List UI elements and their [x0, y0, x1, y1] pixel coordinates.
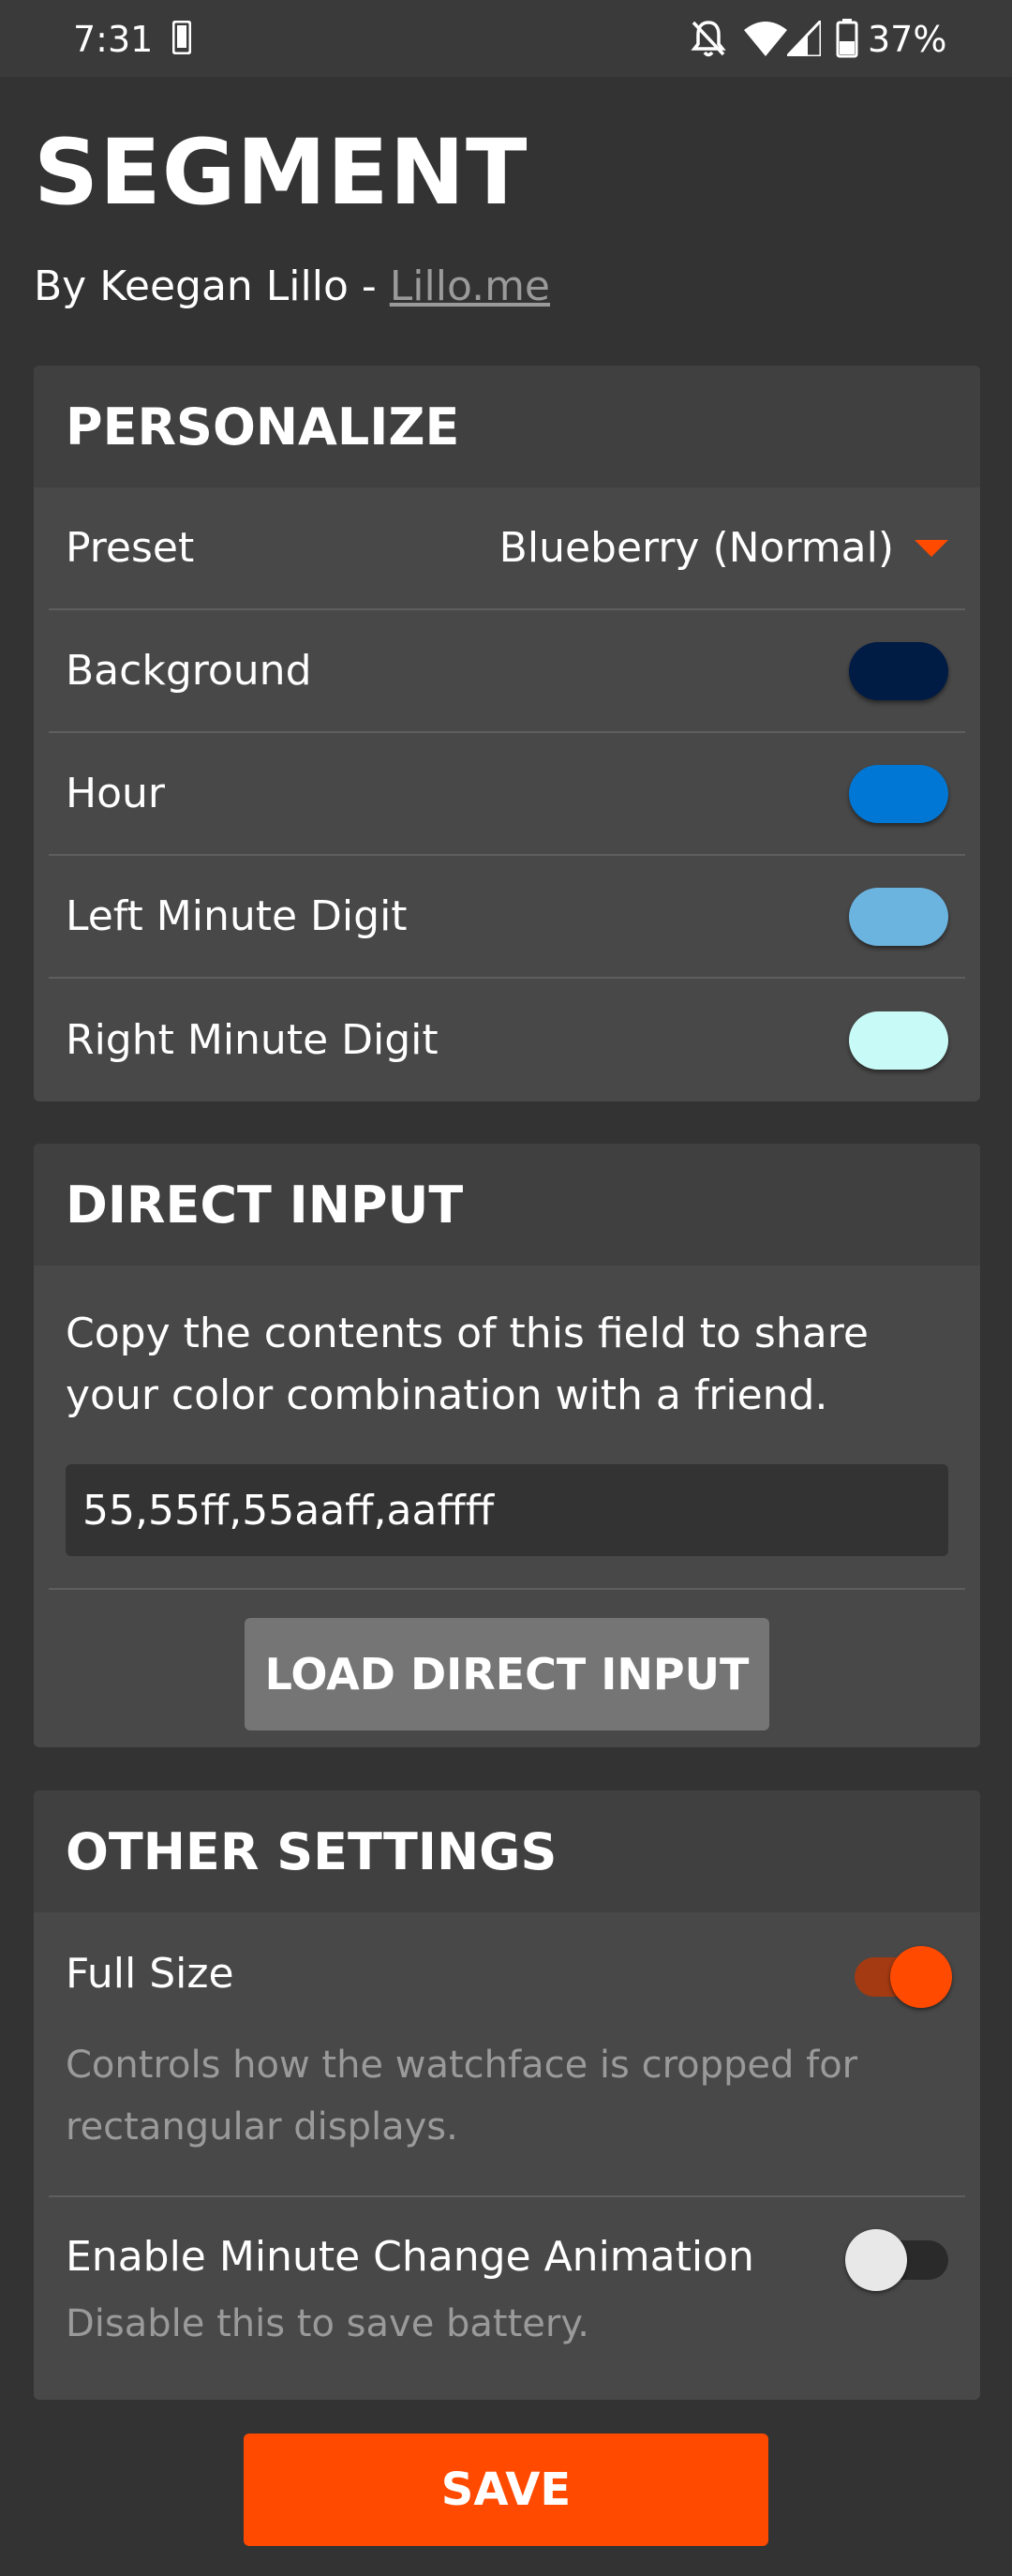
preset-value: Blueberry (Normal)	[499, 524, 894, 572]
battery-percentage: 37%	[868, 19, 947, 60]
minute-animation-setting: Enable Minute Change Animation Disable t…	[49, 2197, 965, 2355]
full-size-setting: Full Size Controls how the watchface is …	[49, 1912, 965, 2197]
direct-input-header: DIRECT INPUT	[34, 1144, 980, 1266]
toggle-thumb	[845, 2229, 907, 2291]
direct-input-field[interactable]	[66, 1464, 948, 1556]
color-row-hour[interactable]: Hour	[49, 733, 965, 856]
other-settings-card: OTHER SETTINGS Full Size Controls how th…	[34, 1790, 980, 2400]
phone-icon	[172, 21, 191, 54]
load-direct-input-button[interactable]: LOAD DIRECT INPUT	[245, 1618, 769, 1730]
status-bar: 7:31 37%	[0, 0, 1012, 77]
battery-icon	[836, 19, 858, 58]
personalize-card: PERSONALIZE Preset Blueberry (Normal) Ba…	[34, 366, 980, 1101]
color-label: Right Minute Digit	[66, 1016, 439, 1064]
direct-input-description: Copy the contents of this field to share…	[66, 1310, 869, 1419]
toggle-thumb	[890, 1946, 952, 2008]
minute-animation-label: Enable Minute Change Animation	[66, 2232, 754, 2281]
color-label: Hour	[66, 770, 165, 817]
minute-animation-toggle[interactable]	[845, 2225, 948, 2291]
left-minute-color-swatch[interactable]	[849, 887, 948, 946]
status-time: 7:31	[73, 19, 154, 60]
divider	[49, 1588, 965, 1590]
color-label: Left Minute Digit	[66, 892, 408, 940]
author-link[interactable]: Lillo.me	[390, 262, 550, 310]
full-size-toggle[interactable]	[849, 1942, 952, 2008]
bell-off-icon	[691, 21, 726, 57]
color-row-background[interactable]: Background	[49, 610, 965, 733]
color-row-left-minute[interactable]: Left Minute Digit	[49, 856, 965, 979]
hour-color-swatch[interactable]	[849, 764, 948, 823]
direct-input-card: DIRECT INPUT Copy the contents of this f…	[34, 1144, 980, 1747]
preset-label: Preset	[66, 524, 195, 572]
byline-text: By Keegan Lillo -	[34, 262, 390, 310]
byline: By Keegan Lillo - Lillo.me	[34, 262, 550, 310]
minute-animation-help: Disable this to save battery.	[66, 2302, 590, 2345]
personalize-header: PERSONALIZE	[34, 366, 980, 487]
color-row-right-minute[interactable]: Right Minute Digit	[49, 979, 965, 1101]
full-size-help: Controls how the watchface is cropped fo…	[66, 2044, 858, 2149]
full-size-label: Full Size	[66, 1949, 234, 1998]
color-label: Background	[66, 647, 312, 695]
app-title: SEGMENT	[34, 120, 528, 225]
background-color-swatch[interactable]	[849, 641, 948, 700]
wifi-icon	[744, 22, 787, 56]
dropdown-caret-icon	[915, 539, 948, 557]
preset-dropdown[interactable]: Blueberry (Normal)	[499, 524, 948, 572]
right-minute-color-swatch[interactable]	[849, 1011, 948, 1070]
save-button[interactable]: SAVE	[244, 2434, 768, 2546]
signal-icon	[787, 21, 821, 56]
preset-row[interactable]: Preset Blueberry (Normal)	[49, 487, 965, 610]
other-settings-header: OTHER SETTINGS	[34, 1790, 980, 1912]
